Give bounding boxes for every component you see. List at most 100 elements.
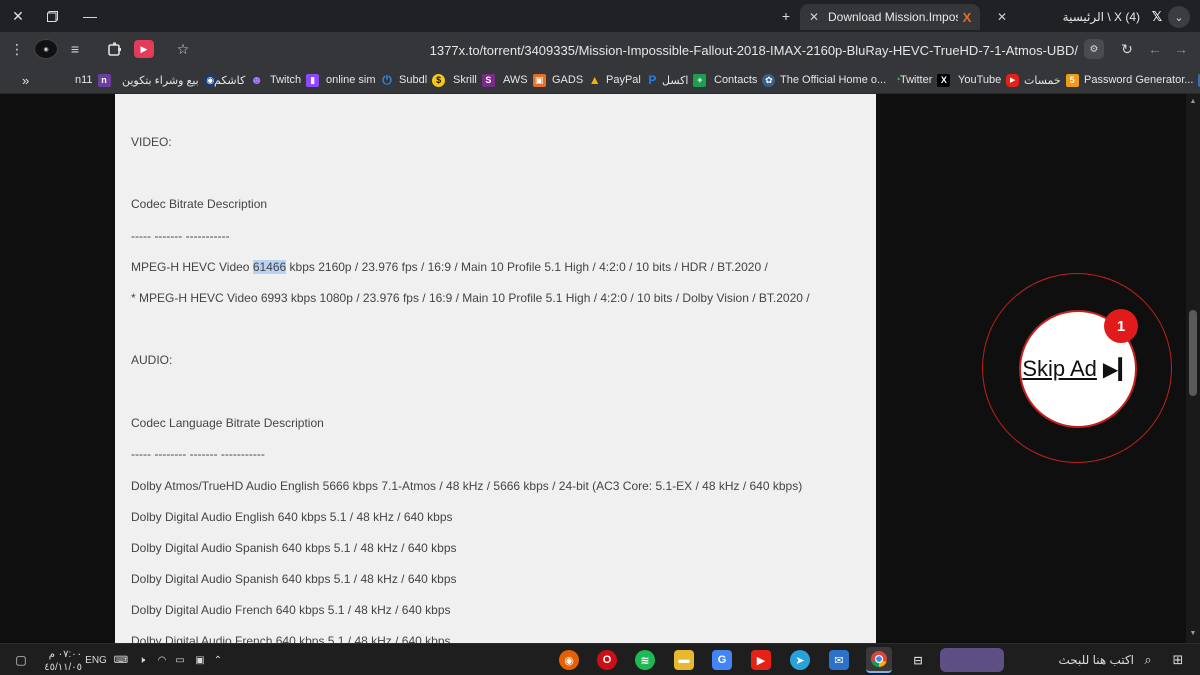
audio-heading: AUDIO: [131, 353, 173, 367]
x-logo-icon: 𝕏 [1151, 9, 1163, 24]
forward-arrow-icon[interactable]: → [1170, 38, 1192, 60]
search-icon[interactable]: ⌕ [1140, 652, 1156, 668]
spotify-icon[interactable]: ≋ [635, 650, 655, 670]
telegram-icon[interactable]: ➤ [790, 650, 810, 670]
bookmark-bitcoin[interactable]: بيع وشراء بتكوين ◉ [122, 72, 217, 88]
twitter-x-icon: X [937, 73, 951, 87]
scroll-down-icon[interactable]: ▼ [1189, 630, 1197, 638]
bookmark-excel[interactable]: اكسل + [662, 72, 707, 88]
bookmark-label: Twitter [900, 74, 933, 86]
skrill-icon: S [481, 73, 495, 87]
language-indicator[interactable]: ENG [84, 652, 108, 668]
task-view-icon[interactable]: ⊟ [908, 650, 928, 670]
skip-next-icon: ▶▎ [1102, 358, 1134, 381]
new-tab-plus: + [781, 8, 791, 24]
address-bar-url[interactable]: 1377x.to/torrent/3409335/Mission-Impossi… [0, 43, 1078, 58]
bookmark-paypal[interactable]: PayPal P [606, 72, 659, 88]
site-settings-icon[interactable]: ⚙ [1084, 39, 1104, 59]
tab-x-home[interactable]: ✕ الرئيسية \ X (4) 𝕏 [988, 4, 1168, 30]
close-tab-icon[interactable]: ✕ [806, 10, 822, 24]
bookmarks-more-button[interactable]: » [22, 72, 29, 88]
bookmark-label: خمسات [1024, 74, 1061, 87]
clock-time[interactable]: ٠٧:٠٠ م [40, 648, 82, 660]
torrent-description: VIDEO: Codec Bitrate Description ----- -… [115, 94, 876, 643]
youtube-icon[interactable]: ▶ [751, 650, 771, 670]
kashkum-icon: ☻ [250, 73, 264, 87]
browser-tab-strip: ✕ — + ✕ Download Mission.Impossible.F X … [0, 0, 1200, 32]
bookmark-label: Password Generator... [1084, 74, 1194, 86]
opera-icon[interactable]: O [597, 650, 617, 670]
news-widget-icon[interactable] [940, 648, 1004, 672]
bookmark-label: online sim [326, 74, 376, 86]
chevron-up-icon[interactable]: ⌃ [210, 652, 226, 668]
chrome-icon[interactable] [866, 647, 892, 673]
x-logo-orange-icon: X [962, 9, 972, 25]
google-translate-icon[interactable]: G [712, 650, 732, 670]
notification-badge: 1 [1104, 309, 1138, 343]
bookmark-khamsat[interactable]: خمسات 5 [1024, 72, 1079, 88]
aws-icon: ▣ [532, 73, 546, 87]
audio-track: Dolby Atmos/TrueHD Audio English 5666 kb… [131, 479, 803, 493]
bookmark-subdl[interactable]: Subdl $ [399, 72, 446, 88]
twitch-icon: ▮ [306, 73, 320, 87]
bookmark-youtube[interactable]: YouTube ▶ [958, 72, 1020, 88]
close-tab-icon[interactable]: ✕ [994, 10, 1010, 24]
bookmark-onlinesim[interactable]: online sim ⏻ [326, 72, 394, 88]
video-heading: VIDEO: [131, 135, 172, 149]
keyboard-icon[interactable]: ⌨ [112, 652, 130, 668]
contacts-icon: ✿ [762, 73, 776, 87]
bookmark-gads[interactable]: GADS ▲ [552, 72, 601, 88]
back-arrow-icon[interactable]: ← [1144, 38, 1166, 60]
bookmark-twitter[interactable]: Twitter X [900, 72, 951, 88]
firefox-icon[interactable]: ◉ [559, 650, 579, 670]
bookmark-n11[interactable]: n11 n [75, 72, 111, 88]
new-tab-button[interactable]: + [776, 6, 796, 26]
clock-date[interactable]: ٤٥/١١/٠٥ [40, 661, 82, 673]
bookmark-skrill[interactable]: Skrill S [453, 72, 495, 88]
bookmark-official-home[interactable]: The Official Home o... ◔ [780, 72, 904, 88]
bookmark-label: AWS [503, 74, 528, 86]
tab-download-mission-impossible[interactable]: ✕ Download Mission.Impossible.F X [800, 4, 980, 30]
video-track-secondary: * MPEG-H HEVC Video 6993 kbps 1080p / 23… [131, 291, 810, 305]
bookmark-aws[interactable]: AWS ▣ [503, 72, 546, 88]
restore-window-icon[interactable] [42, 6, 62, 26]
bookmark-twitch[interactable]: Twitch ▮ [270, 72, 320, 88]
bookmark-label: Skrill [453, 74, 477, 86]
meet-now-icon[interactable]: ▣ [192, 652, 208, 668]
minimize-window-icon[interactable]: — [80, 6, 100, 26]
bookmarks-bar: » n11 n بيع وشراء بتكوين ◉ كاشكم ☻ Twitc… [0, 66, 1200, 94]
skip-ad-label: Skip Ad [1022, 356, 1097, 381]
audio-track: Dolby Digital Audio French 640 kbps 5.1 … [131, 634, 451, 643]
bookmark-label: Contacts [714, 74, 758, 86]
file-explorer-icon[interactable]: ▬ [674, 650, 694, 670]
volume-muted-icon[interactable]: 🕨 [134, 652, 150, 668]
wifi-icon[interactable]: ◠ [154, 652, 170, 668]
video-track-text: kbps 2160p / 23.976 fps / 16:9 / Main 10… [286, 260, 768, 274]
google-ads-icon: ▲ [588, 73, 601, 87]
audio-columns: Codec Language Bitrate Description [131, 416, 324, 430]
tab-title: الرئيسية \ X (4) [1062, 10, 1140, 24]
bookmark-kashkum[interactable]: كاشكم ☻ [214, 72, 263, 88]
scroll-thumb[interactable] [1189, 310, 1197, 396]
video-separator: ----- ------- ----------- [131, 229, 230, 243]
paypal-icon: P [648, 73, 657, 87]
battery-icon[interactable]: ▭ [172, 652, 188, 668]
notification-center-icon[interactable]: ▢ [12, 652, 30, 668]
khamsat-icon: 5 [1065, 73, 1079, 87]
n11-icon: n [97, 73, 111, 87]
bookmark-contacts[interactable]: Contacts ✿ [714, 72, 776, 88]
bookmark-password-generator[interactable]: Password Generator... ▦ [1084, 72, 1200, 88]
mail-icon[interactable]: ✉ [829, 650, 849, 670]
scroll-up-icon[interactable]: ▲ [1189, 98, 1197, 106]
windows-start-icon[interactable]: ⊞ [1170, 652, 1186, 668]
close-window-icon[interactable]: ✕ [8, 6, 28, 26]
bookmark-label: GADS [552, 74, 584, 86]
vertical-scrollbar[interactable]: ▲ ▼ [1186, 94, 1200, 643]
youtube-icon: ▶ [1006, 73, 1020, 87]
reload-icon[interactable]: ↻ [1116, 38, 1138, 60]
audio-track: Dolby Digital Audio French 640 kbps 5.1 … [131, 603, 451, 617]
tab-search-chevron-down-icon[interactable]: ⌄ [1168, 6, 1190, 28]
bookmark-label: PayPal [606, 74, 641, 86]
windows-taskbar: ▢ ٠٧:٠٠ م ٤٥/١١/٠٥ ENG ⌨ 🕨 ◠ ▭ ▣ ⌃ ◉ O ≋… [0, 643, 1200, 675]
taskbar-search-input[interactable]: اكتب هنا للبحث [1040, 652, 1134, 668]
